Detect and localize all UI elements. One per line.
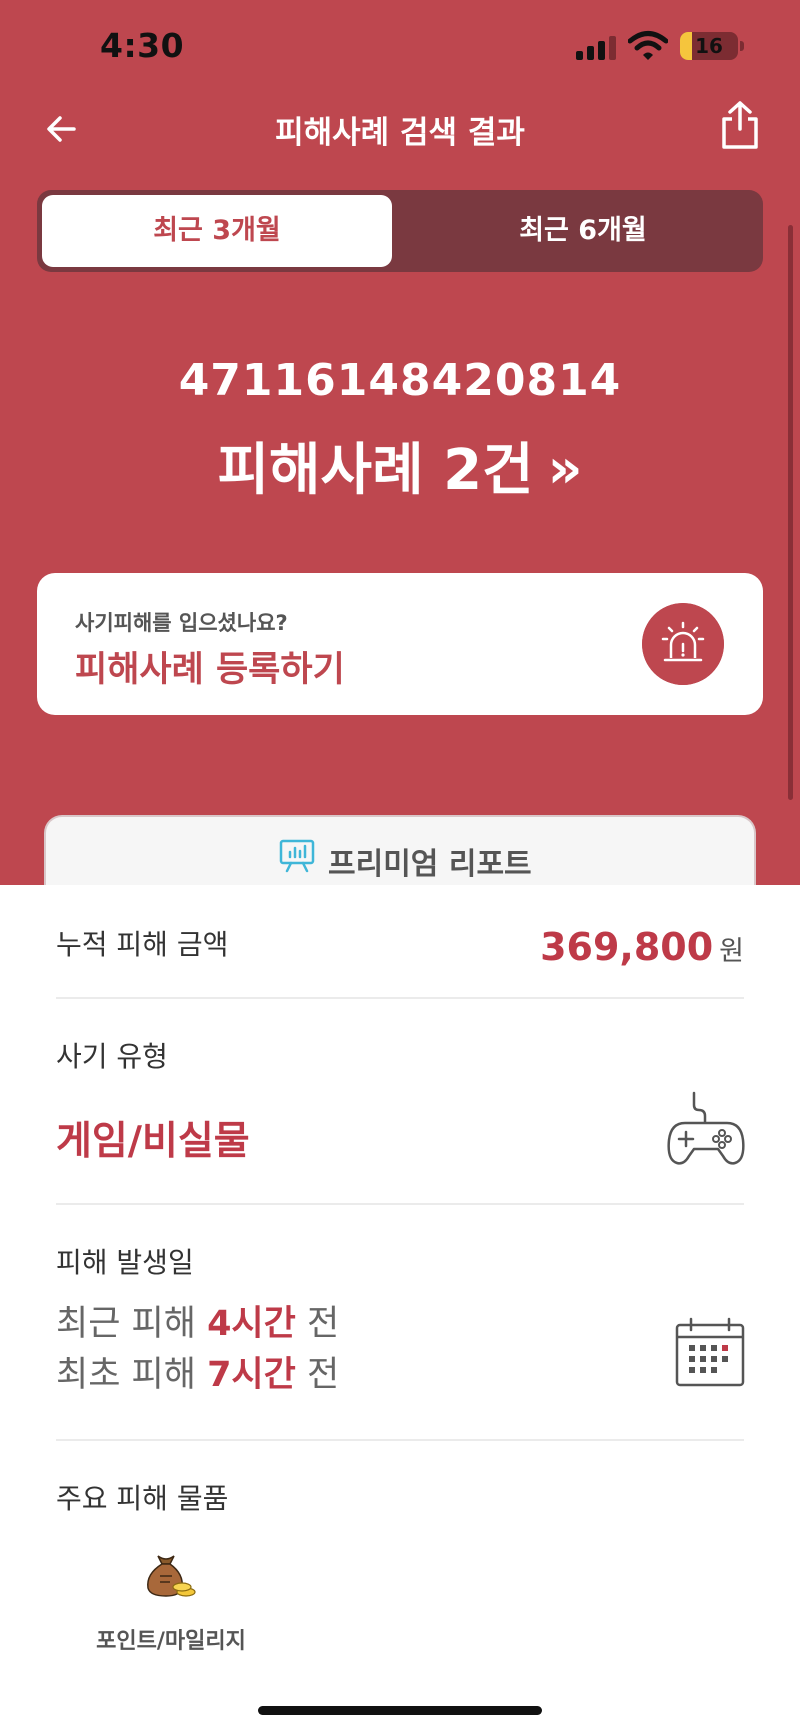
main-item-label: 포인트/마일리지 [96, 1629, 246, 1654]
fraud-type-value: 게임/비실물 [56, 1119, 250, 1164]
recent-damage-value: 4시간 [207, 1304, 296, 1344]
share-icon[interactable] [718, 99, 762, 151]
home-indicator [258, 1706, 542, 1715]
page-title: 피해사례 검색 결과 [275, 115, 525, 151]
recent-damage-prefix: 최근 피해 [56, 1304, 196, 1344]
premium-report-label: 프리미엄 리포트 [328, 847, 532, 882]
report-content: 누적 피해 금액 369,800 원 사기 유형 게임/비실물 피해 발생일 최근… [0, 885, 800, 1731]
double-chevron-right-icon: » [547, 437, 583, 500]
gamepad-icon [667, 1091, 745, 1165]
status-time: 4:30 [100, 26, 185, 65]
battery-icon: 16 [680, 32, 738, 60]
chart-presentation-icon [279, 839, 315, 873]
case-count-link[interactable]: 피해사례 2건» [0, 425, 800, 506]
recent-damage-line: 최근 피해 4시간 전 [56, 1295, 339, 1346]
cellular-signal-icon [576, 36, 618, 60]
battery-level: 16 [695, 34, 723, 58]
damage-date-label: 피해 발생일 [56, 1246, 194, 1279]
fraud-type-label: 사기 유형 [56, 1040, 168, 1073]
main-items-label: 주요 피해 물품 [56, 1482, 229, 1515]
status-bar: 4:30 16 [0, 0, 800, 90]
divider [56, 1439, 744, 1441]
cumulative-amount: 369,800 원 [540, 925, 744, 969]
money-bag-icon [147, 1555, 196, 1597]
register-case-label: 피해사례 등록하기 [75, 650, 345, 690]
case-count-text: 피해사례 2건 [217, 438, 534, 503]
register-question: 사기피해를 입으셨나요? [75, 611, 288, 635]
first-damage-suffix: 전 [306, 1355, 340, 1395]
battery-tip [740, 41, 744, 51]
siren-icon [642, 603, 724, 685]
tab-recent-6-months[interactable]: 최근 6개월 [408, 195, 758, 267]
calendar-icon [675, 1317, 745, 1387]
wifi-icon [628, 31, 668, 60]
navigation-bar: 피해사례 검색 결과 [0, 95, 800, 165]
first-damage-line: 최초 피해 7시간 전 [56, 1346, 339, 1397]
register-case-card[interactable]: 사기피해를 입으셨나요? 피해사례 등록하기 [37, 573, 763, 715]
first-damage-value: 7시간 [207, 1355, 296, 1395]
divider [56, 997, 744, 999]
cumulative-amount-value: 369,800 [540, 925, 714, 969]
divider [56, 1203, 744, 1205]
searched-number: 47116148420814 [178, 355, 622, 406]
tab-recent-3-months[interactable]: 최근 3개월 [42, 195, 392, 267]
first-damage-prefix: 최초 피해 [56, 1355, 196, 1395]
header-background: 4:30 16 피해사례 검색 결과 최근 3개월 최근 6개월 4711614… [0, 0, 800, 885]
cumulative-amount-unit: 원 [719, 936, 744, 967]
period-tabs: 최근 3개월 최근 6개월 [37, 190, 763, 272]
scrollbar[interactable] [788, 225, 793, 800]
recent-damage-suffix: 전 [306, 1304, 340, 1344]
cumulative-amount-label: 누적 피해 금액 [56, 928, 229, 961]
